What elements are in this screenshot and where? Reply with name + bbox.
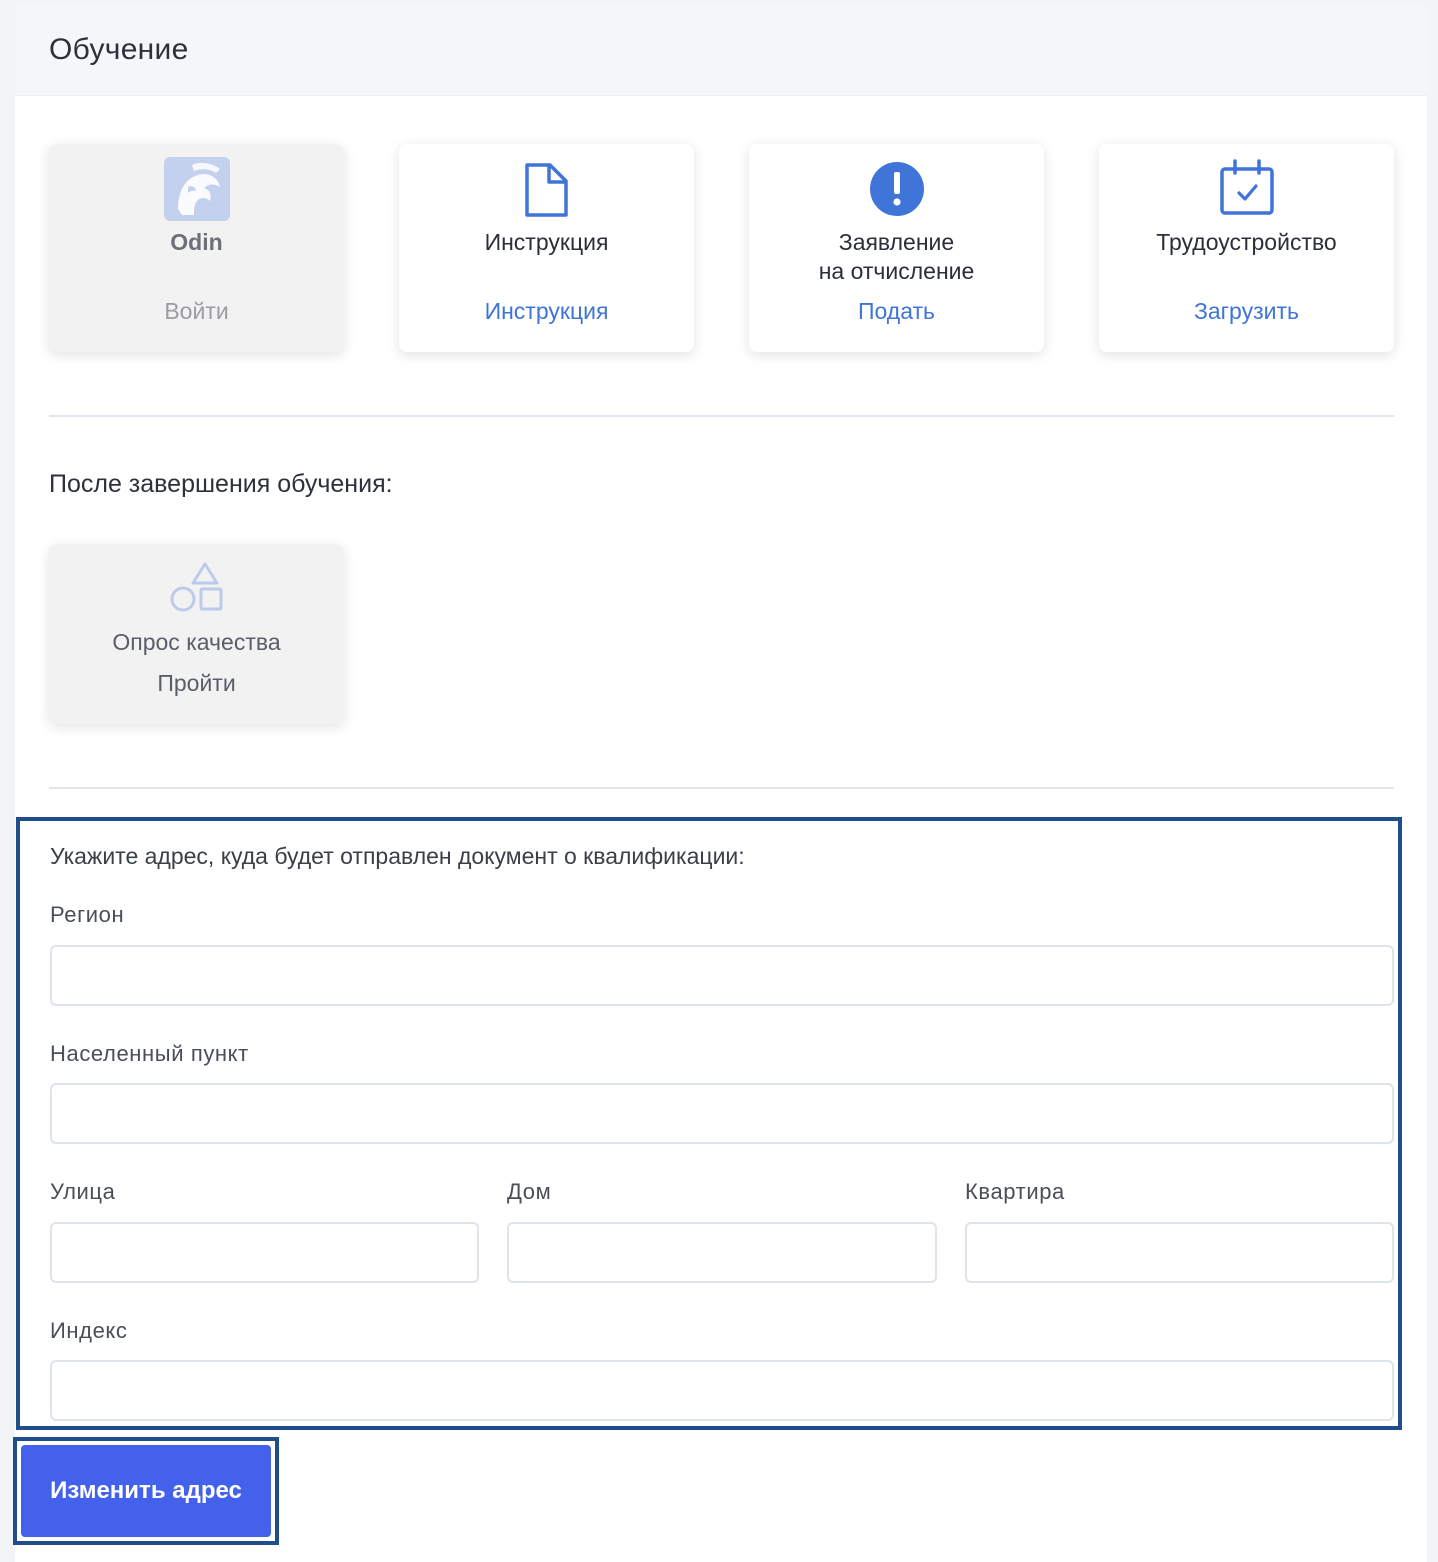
page-title: Обучение [49,32,189,66]
divider [49,415,1394,417]
region-input[interactable] [50,945,1394,1006]
odin-login-link[interactable]: Войти [49,298,344,325]
after-training-title: После завершения обучения: [49,470,393,498]
address-form-heading: Укажите адрес, куда будет отправлен доку… [50,843,745,869]
odin-logo-icon [163,157,230,221]
change-address-button-frame: Изменить адрес [13,1437,279,1545]
submit-withdrawal-link[interactable]: Подать [749,298,1044,325]
apartment-input[interactable] [965,1222,1394,1283]
house-input[interactable] [507,1222,937,1283]
document-icon [524,163,568,217]
shapes-icon [170,562,222,612]
survey-title: Опрос качества [112,629,281,655]
instruction-card: Инструкция Инструкция [399,144,694,352]
address-form: Укажите адрес, куда будет отправлен доку… [16,817,1402,1430]
card-title: Инструкция [484,229,609,255]
card-title: Трудоустройство [1156,229,1337,255]
alert-circle-icon [869,162,924,216]
card-title: Odin [170,229,223,255]
street-label: Улица [50,1179,116,1204]
city-input[interactable] [50,1083,1394,1144]
odin-card: Odin Войти [49,144,344,352]
change-address-button[interactable]: Изменить адрес [21,1445,271,1537]
quality-survey-card[interactable]: Опрос качества Пройти [49,544,344,724]
divider [49,787,1394,789]
instruction-link[interactable]: Инструкция [399,298,694,325]
region-label: Регион [50,902,125,927]
employment-card: Трудоустройство Загрузить [1099,144,1394,352]
street-input[interactable] [50,1222,479,1283]
withdrawal-card: Заявление на отчисление Подать [749,144,1044,352]
calendar-check-icon [1219,159,1274,215]
house-label: Дом [507,1179,552,1204]
apartment-label: Квартира [965,1179,1065,1204]
city-label: Населенный пункт [50,1041,249,1066]
card-title: Заявление на отчисление [818,229,975,284]
take-survey-link[interactable]: Пройти [49,670,344,697]
panel-header: Обучение [15,4,1427,96]
index-input[interactable] [50,1360,1394,1421]
upload-employment-link[interactable]: Загрузить [1099,298,1394,325]
index-label: Индекс [50,1318,128,1343]
